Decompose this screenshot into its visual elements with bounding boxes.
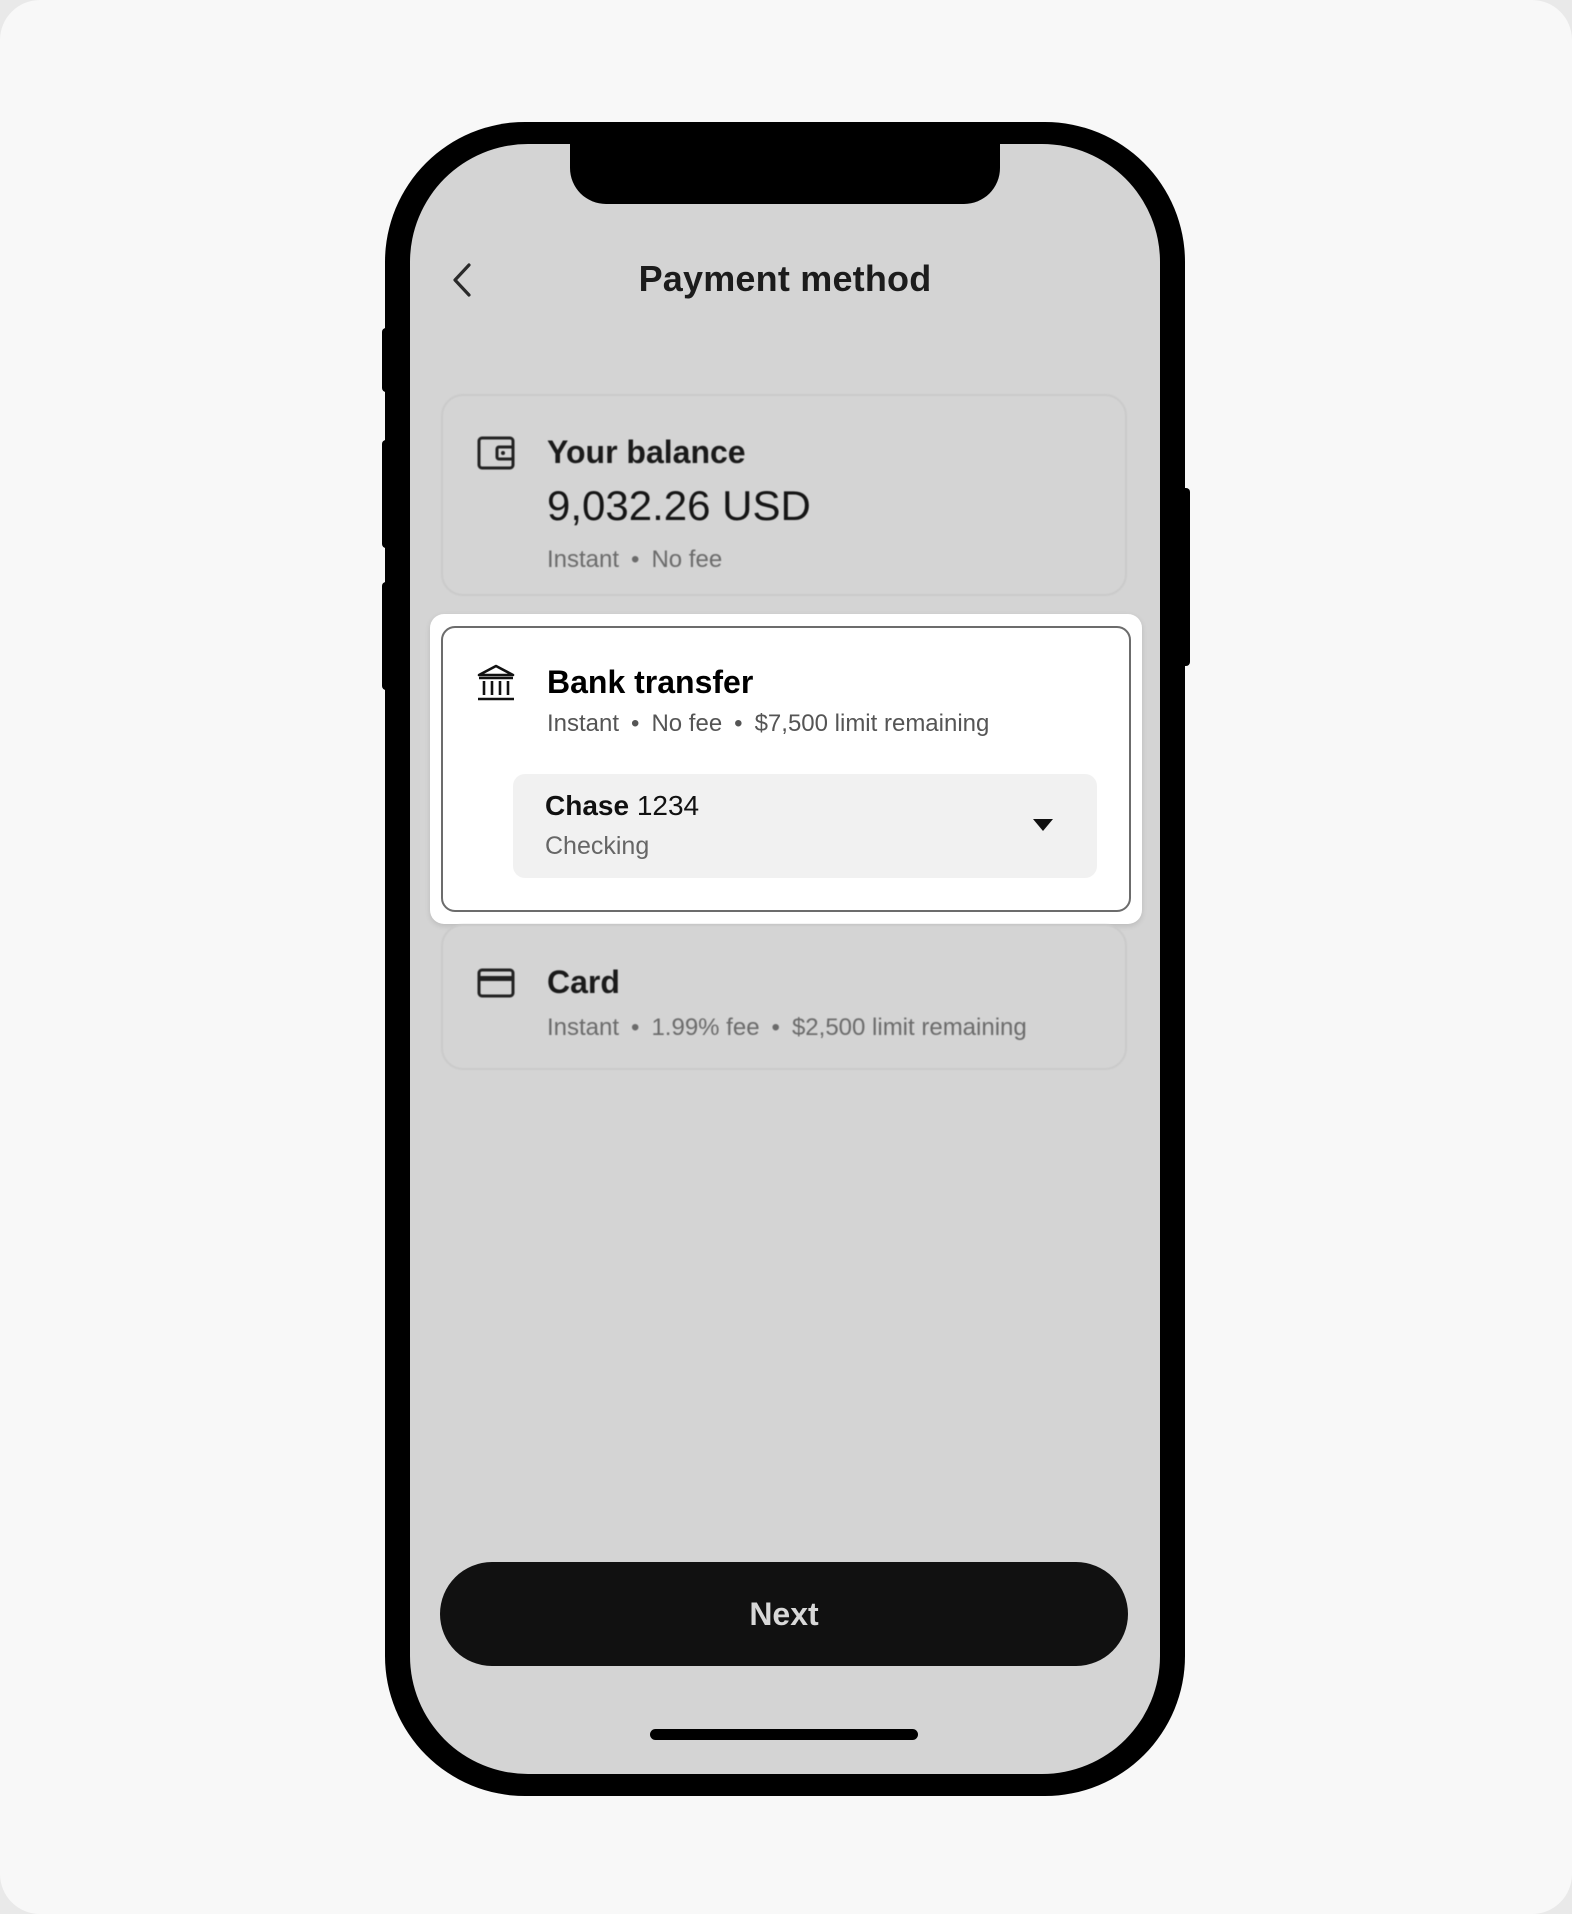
page-title: Payment method bbox=[638, 258, 932, 299]
option-title: Your balance bbox=[547, 434, 746, 470]
bank-name: Chase bbox=[545, 790, 630, 821]
phone-screen: Payment method Your balance 9,032.26 USD… bbox=[410, 144, 1160, 1774]
account-type: Checking bbox=[545, 832, 650, 860]
separator-dot: • bbox=[771, 1014, 780, 1041]
option-card[interactable]: Card Instant • 1.99% fee • $2,500 limit rema… bbox=[441, 924, 1127, 1070]
option-bank-transfer[interactable]: Bank transfer Instant • No fee • $7,500 limi… bbox=[441, 626, 1131, 912]
option-meta: Instant • No fee • $7,500 limit remaining bbox=[547, 710, 989, 738]
selected-option-highlight: Bank transfer Instant • No fee • $7,500 limi… bbox=[430, 614, 1142, 924]
bank-account-dropdown[interactable]: Chase 1234 Checking bbox=[513, 774, 1097, 878]
meta-fee: No fee bbox=[651, 710, 723, 737]
meta-speed: Instant bbox=[547, 546, 620, 573]
separator-dot: • bbox=[734, 710, 743, 737]
page-background: Payment method Your balance 9,032.26 USD… bbox=[0, 0, 1572, 1914]
meta-fee: 1.99% fee bbox=[651, 1014, 760, 1041]
bank-icon bbox=[477, 664, 515, 701]
phone-frame: Payment method Your balance 9,032.26 USD… bbox=[385, 122, 1185, 1796]
credit-card-icon bbox=[477, 968, 515, 998]
home-indicator bbox=[650, 1729, 918, 1740]
meta-limit: $7,500 limit remaining bbox=[754, 710, 990, 737]
chevron-down-icon bbox=[1033, 819, 1053, 831]
wallet-icon bbox=[477, 436, 515, 470]
meta-speed: Instant bbox=[547, 1014, 620, 1041]
option-your-balance[interactable]: Your balance 9,032.26 USD Instant • No fee bbox=[441, 394, 1127, 596]
account-number: 1234 bbox=[636, 790, 700, 821]
meta-speed: Instant bbox=[547, 710, 620, 737]
option-title: Card bbox=[547, 964, 620, 1000]
separator-dot: • bbox=[631, 1014, 640, 1041]
option-meta: Instant • 1.99% fee • $2,500 limit remaining bbox=[547, 1014, 1027, 1042]
separator-dot: • bbox=[631, 710, 640, 737]
balance-amount: 9,032.26 USD bbox=[547, 482, 811, 529]
account-name: Chase 1234 bbox=[545, 790, 699, 822]
meta-limit: $2,500 limit remaining bbox=[791, 1014, 1027, 1041]
option-meta: Instant • No fee bbox=[547, 546, 722, 574]
meta-fee: No fee bbox=[651, 546, 723, 573]
separator-dot: • bbox=[631, 546, 640, 573]
next-button[interactable]: Next bbox=[440, 1562, 1128, 1666]
notch bbox=[570, 144, 1000, 204]
option-title: Bank transfer bbox=[547, 664, 754, 700]
